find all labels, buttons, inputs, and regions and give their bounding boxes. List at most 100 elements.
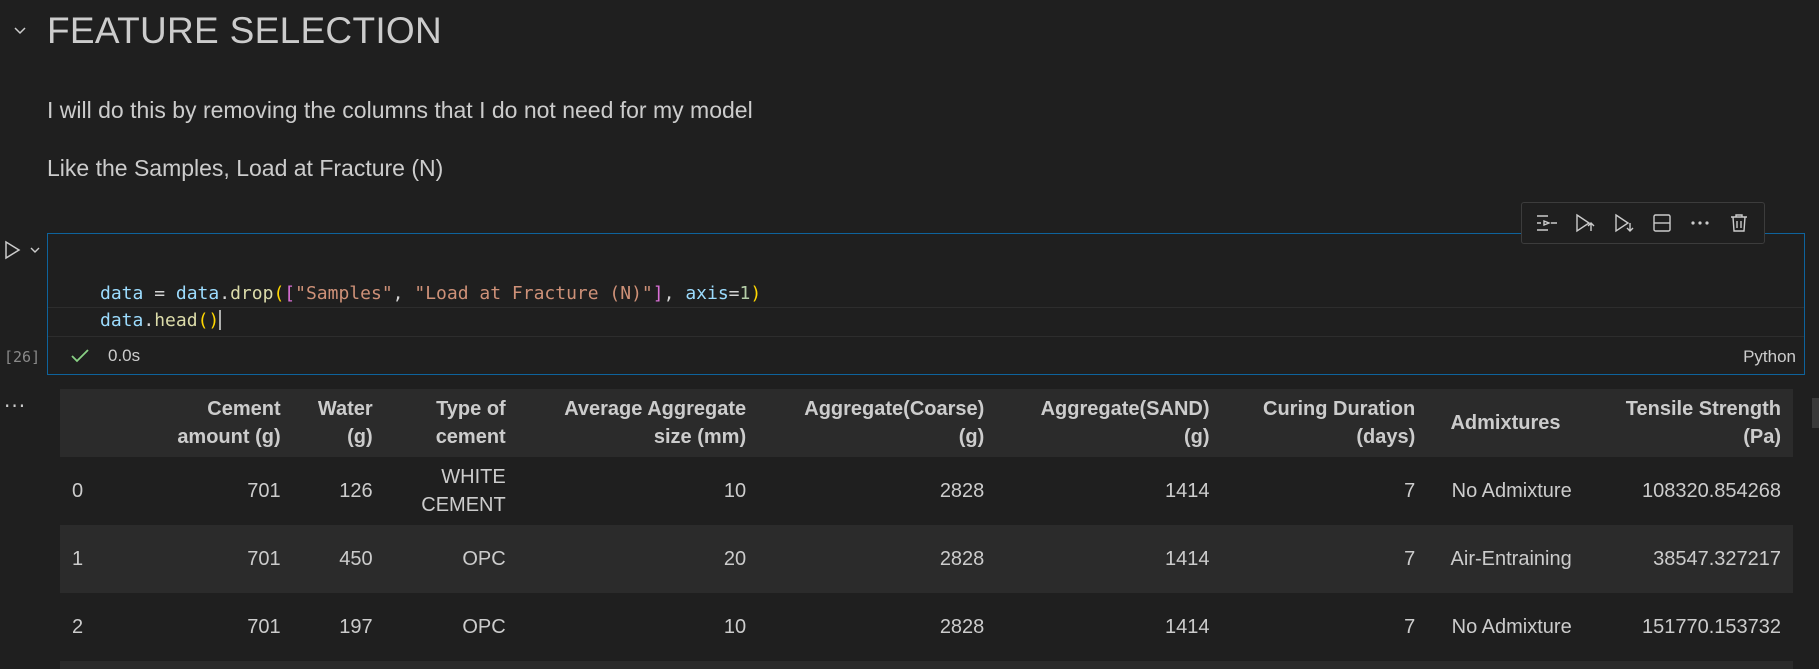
code-token: , <box>663 283 686 304</box>
table-cell: 2828 <box>758 593 997 661</box>
table-cell: 197 <box>292 593 385 661</box>
code-token: drop <box>230 283 274 304</box>
column-header: Admixtures <box>1427 389 1584 457</box>
table-cell: 450 <box>292 525 385 593</box>
table-header-row: Cement amount (g) Water (g) Type of cement … <box>60 389 1793 457</box>
dataframe-table: Cement amount (g) Water (g) Type of cement … <box>60 389 1793 669</box>
table-cell: 701 <box>144 593 293 661</box>
table-cell: 701 <box>144 525 293 593</box>
column-header: Cement amount (g) <box>144 389 293 457</box>
execute-above-icon[interactable] <box>1532 208 1562 238</box>
column-header: Aggregate(SAND) (g) <box>996 389 1222 457</box>
table-row-partial <box>60 661 1793 669</box>
header-line: (g) <box>1183 426 1210 448</box>
split-cell-icon[interactable] <box>1647 208 1677 238</box>
header-line: Type of <box>436 398 506 420</box>
table-cell: 2828 <box>758 525 997 593</box>
table-cell: 7 <box>1221 593 1428 661</box>
current-line-highlight <box>48 307 1804 337</box>
code-token: ( <box>273 283 285 304</box>
code-token: "Load at Fracture (N)" <box>414 283 653 304</box>
code-token: head <box>154 310 198 331</box>
table-cell: 151770.153732 <box>1583 593 1793 661</box>
section-heading: FEATURE SELECTION <box>47 10 443 51</box>
table-cell: 126 <box>292 457 385 525</box>
table-cell: 2828 <box>758 457 997 525</box>
table-cell: 1414 <box>996 593 1222 661</box>
table-row: 2 701 197 OPC 10 2828 1414 7 No Admixtur… <box>60 593 1793 661</box>
code-line[interactable]: data = data.drop(["Samples", "Load at Fr… <box>100 283 761 304</box>
text-cursor <box>219 310 222 330</box>
header-line: Average Aggregate <box>564 398 747 420</box>
code-line[interactable]: data.head() <box>100 310 222 331</box>
success-check-icon <box>70 346 90 366</box>
column-header: Average Aggregate size (mm) <box>517 389 759 457</box>
header-line: (g) <box>958 426 985 448</box>
vertical-scrollbar-thumb[interactable] <box>1812 398 1819 428</box>
header-line: Water <box>317 398 373 420</box>
markdown-paragraph: I will do this by removing the columns t… <box>47 97 753 123</box>
code-editor[interactable]: data = data.drop(["Samples", "Load at Fr… <box>48 234 1804 338</box>
cell-language[interactable]: Python <box>1743 347 1796 367</box>
code-token: . <box>219 283 231 304</box>
cell-toolbar <box>1521 202 1765 244</box>
execute-cell-and-above-icon[interactable] <box>1570 208 1600 238</box>
row-index: 0 <box>60 457 144 525</box>
header-line: Admixtures <box>1450 412 1561 434</box>
more-actions-icon[interactable] <box>1685 208 1715 238</box>
header-line: Aggregate(SAND) <box>1040 398 1210 420</box>
markdown-paragraph: Like the Samples, Load at Fracture (N) <box>47 155 444 181</box>
header-line: cement <box>435 426 506 448</box>
table-cell: 1414 <box>996 525 1222 593</box>
code-token: "Samples" <box>295 283 393 304</box>
table-row <box>60 661 1793 669</box>
table-cell: 701 <box>144 457 293 525</box>
header-line: (days) <box>1356 426 1416 448</box>
table-cell: 7 <box>1221 525 1428 593</box>
output-more-actions-icon[interactable]: ... <box>4 388 26 412</box>
code-token: ) <box>208 310 220 331</box>
run-cell-icon[interactable] <box>0 238 24 262</box>
code-token: [ <box>284 283 296 304</box>
code-token: ] <box>652 283 664 304</box>
execute-cell-and-below-icon[interactable] <box>1609 208 1639 238</box>
table-cell: 7 <box>1221 457 1428 525</box>
header-line: Tensile Strength <box>1625 398 1781 420</box>
table-cell: 38547.327217 <box>1583 525 1793 593</box>
column-header <box>60 389 144 457</box>
execution-count: [26] <box>4 348 41 366</box>
table-row: 0 701 126 WHITE CEMENT 10 2828 1414 7 No… <box>60 457 1793 525</box>
table-row: 1 701 450 OPC 20 2828 1414 7 Air-Entrain… <box>60 525 1793 593</box>
collapse-section-chevron-icon[interactable] <box>8 18 32 42</box>
table-cell: No Admixture <box>1427 593 1584 661</box>
run-options-chevron-icon[interactable] <box>25 240 45 260</box>
header-line: Cement <box>207 398 281 420</box>
table-cell: 10 <box>517 457 759 525</box>
code-token: data <box>175 283 220 304</box>
column-header: Aggregate(Coarse) (g) <box>758 389 997 457</box>
cell-output: Cement amount (g) Water (g) Type of cement … <box>60 389 1793 669</box>
header-line: (g) <box>347 426 373 448</box>
code-cell[interactable]: data = data.drop(["Samples", "Load at Fr… <box>47 233 1805 375</box>
column-header: Tensile Strength (Pa) <box>1583 389 1793 457</box>
header-line: Curing Duration <box>1263 398 1416 420</box>
table-cell: 10 <box>517 593 759 661</box>
code-token: ( <box>197 310 209 331</box>
table-cell: 108320.854268 <box>1583 457 1793 525</box>
code-token: axis <box>685 283 729 304</box>
header-line: amount (g) <box>177 426 281 448</box>
column-header: Water (g) <box>292 389 385 457</box>
code-token: data <box>100 283 144 304</box>
table-cell: No Admixture <box>1427 457 1584 525</box>
header-line: size (mm) <box>653 426 747 448</box>
cell-status-bar: 0.0s Python <box>48 338 1804 374</box>
code-token: , <box>392 283 415 304</box>
delete-cell-icon[interactable] <box>1724 208 1754 238</box>
table-cell: OPC <box>384 525 518 593</box>
table-cell: 1414 <box>996 457 1222 525</box>
header-line: (Pa) <box>1743 426 1781 448</box>
code-token: 1 <box>739 283 751 304</box>
table-cell: Air-Entraining <box>1427 525 1584 593</box>
column-header: Type of cement <box>384 389 518 457</box>
table-cell: WHITE CEMENT <box>384 457 518 525</box>
